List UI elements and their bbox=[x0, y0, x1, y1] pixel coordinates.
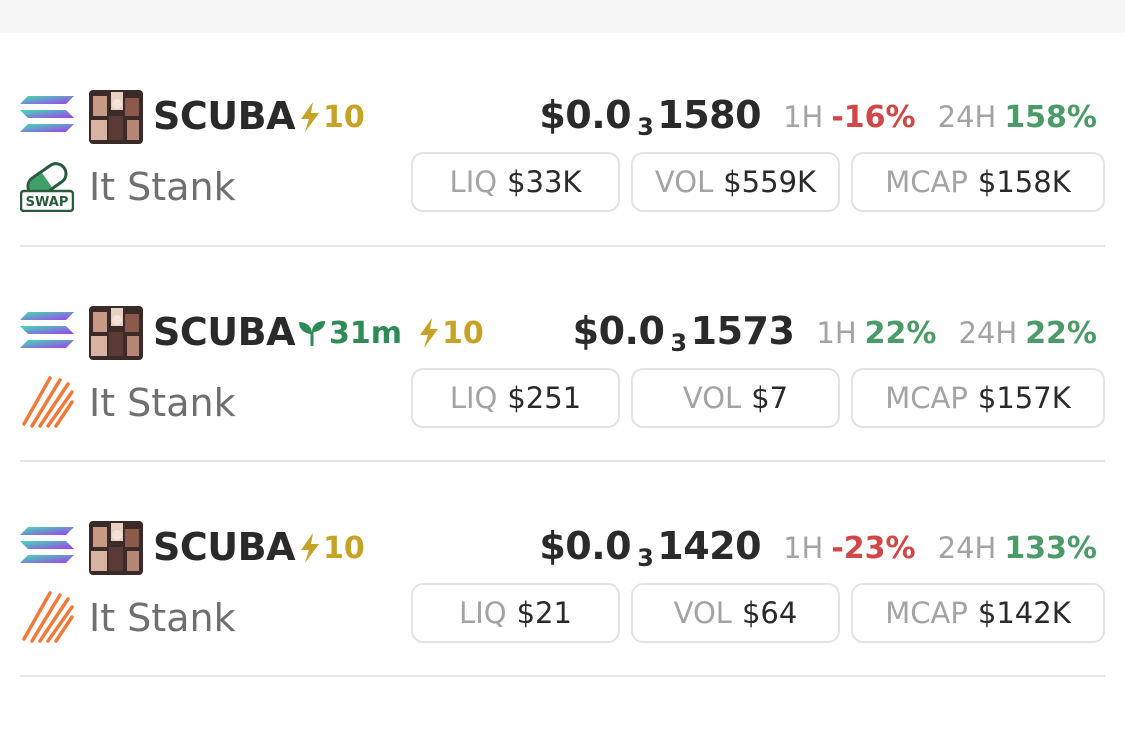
liquidity-stat[interactable]: LIQ $33K bbox=[411, 152, 620, 212]
row-divider bbox=[20, 675, 1105, 677]
swap-pill-icon: SWAP bbox=[20, 162, 74, 212]
h24-change: 158% bbox=[1004, 99, 1097, 135]
token-symbol: SCUBA bbox=[153, 525, 296, 569]
mcap-label: MCAP bbox=[885, 165, 968, 199]
h24-label: 24H bbox=[958, 316, 1018, 350]
lightning-icon bbox=[301, 102, 319, 132]
badge-group: 31m 10 bbox=[297, 306, 484, 360]
h24-label: 24H bbox=[937, 100, 997, 134]
pair-name: It Stank bbox=[89, 381, 236, 425]
vol-label: VOL bbox=[673, 596, 732, 630]
solana-icon bbox=[20, 527, 74, 563]
liq-label: LIQ bbox=[449, 381, 498, 415]
h1-change: -16% bbox=[831, 99, 916, 135]
liq-label: LIQ bbox=[449, 165, 498, 199]
price-prefix: $0.0 bbox=[539, 93, 632, 137]
h24-change: 22% bbox=[1025, 315, 1097, 351]
mcap-value: $158K bbox=[977, 165, 1071, 199]
token-row[interactable]: SCUBA 10 It Stank $0.0 3 1420 1H -23% 24… bbox=[0, 521, 1125, 736]
price-digits: 1573 bbox=[690, 309, 795, 353]
volume-stat[interactable]: VOL $559K bbox=[631, 152, 840, 212]
token-price: $0.0 3 1420 bbox=[539, 524, 761, 572]
pair-name: It Stank bbox=[89, 596, 236, 640]
h1-label: 1H bbox=[816, 316, 857, 350]
mcap-value: $157K bbox=[977, 381, 1071, 415]
age-badge: 31m bbox=[297, 316, 402, 351]
price-line: $0.0 3 1580 1H -16% 24H 158% bbox=[539, 90, 1097, 144]
h1-change: 22% bbox=[864, 315, 937, 351]
mcap-value: $142K bbox=[977, 596, 1071, 630]
token-row[interactable]: SCUBA 10 SWAP It Stank $0.0 3 1580 1H -1… bbox=[0, 90, 1125, 305]
vol-value: $559K bbox=[723, 165, 817, 199]
price-zero-count: 3 bbox=[637, 113, 654, 141]
token-avatar bbox=[89, 306, 143, 360]
boost-badge[interactable]: 10 bbox=[418, 316, 484, 351]
price-line: $0.0 3 1420 1H -23% 24H 133% bbox=[539, 521, 1097, 575]
price-zero-count: 3 bbox=[670, 329, 687, 357]
lightning-icon bbox=[301, 533, 319, 563]
volume-stat[interactable]: VOL $64 bbox=[631, 583, 840, 643]
token-price: $0.0 3 1580 bbox=[539, 93, 761, 141]
mcap-stat[interactable]: MCAP $142K bbox=[851, 583, 1105, 643]
age-value: 31m bbox=[329, 315, 403, 351]
vol-label: VOL bbox=[654, 165, 714, 199]
liq-label: LIQ bbox=[459, 596, 507, 630]
liq-value: $251 bbox=[507, 381, 582, 415]
badge-group: 10 bbox=[299, 521, 365, 575]
lightning-icon bbox=[420, 318, 439, 348]
mcap-label: MCAP bbox=[885, 596, 968, 630]
token-symbol: SCUBA bbox=[153, 310, 296, 354]
price-digits: 1420 bbox=[657, 524, 762, 568]
volume-stat[interactable]: VOL $7 bbox=[631, 368, 840, 428]
mcap-stat[interactable]: MCAP $158K bbox=[851, 152, 1105, 212]
sprout-icon bbox=[299, 321, 325, 346]
h1-label: 1H bbox=[783, 531, 824, 565]
solana-icon bbox=[20, 96, 74, 132]
token-avatar bbox=[89, 521, 143, 575]
price-prefix: $0.0 bbox=[539, 524, 632, 568]
row-divider bbox=[20, 460, 1105, 462]
liq-value: $21 bbox=[516, 596, 572, 630]
liquidity-stat[interactable]: LIQ $251 bbox=[411, 368, 620, 428]
price-line: $0.0 3 1573 1H 22% 24H 22% bbox=[573, 306, 1097, 360]
boost-count: 10 bbox=[323, 530, 365, 566]
mcap-label: MCAP bbox=[885, 381, 968, 415]
price-prefix: $0.0 bbox=[572, 309, 665, 353]
mcap-stat[interactable]: MCAP $157K bbox=[851, 368, 1105, 428]
boost-badge[interactable]: 10 bbox=[299, 531, 365, 566]
vol-value: $64 bbox=[741, 596, 798, 630]
boost-count: 10 bbox=[442, 315, 484, 351]
token-row[interactable]: SCUBA 31m 10 It Stank $0.0 3 1573 1H 22%… bbox=[0, 306, 1125, 521]
h24-change: 133% bbox=[1004, 530, 1097, 566]
boost-count: 10 bbox=[323, 99, 365, 135]
liq-value: $33K bbox=[507, 165, 582, 199]
pair-name: It Stank bbox=[89, 165, 236, 209]
token-symbol: SCUBA bbox=[153, 94, 296, 138]
price-zero-count: 3 bbox=[637, 544, 654, 572]
token-avatar bbox=[89, 90, 143, 144]
h1-change: -23% bbox=[831, 530, 916, 566]
orange-slashes-icon bbox=[22, 591, 74, 643]
badge-group: 10 bbox=[299, 90, 365, 144]
boost-badge[interactable]: 10 bbox=[299, 100, 365, 135]
row-divider bbox=[20, 245, 1105, 247]
token-price: $0.0 3 1573 bbox=[573, 309, 795, 357]
orange-slashes-icon bbox=[22, 376, 74, 428]
h1-label: 1H bbox=[783, 100, 824, 134]
liquidity-stat[interactable]: LIQ $21 bbox=[411, 583, 620, 643]
vol-label: VOL bbox=[682, 381, 742, 415]
solana-icon bbox=[20, 312, 74, 348]
price-digits: 1580 bbox=[657, 93, 762, 137]
svg-text:SWAP: SWAP bbox=[26, 195, 69, 210]
vol-value: $7 bbox=[751, 381, 789, 415]
h24-label: 24H bbox=[937, 531, 997, 565]
top-bar bbox=[0, 0, 1125, 33]
